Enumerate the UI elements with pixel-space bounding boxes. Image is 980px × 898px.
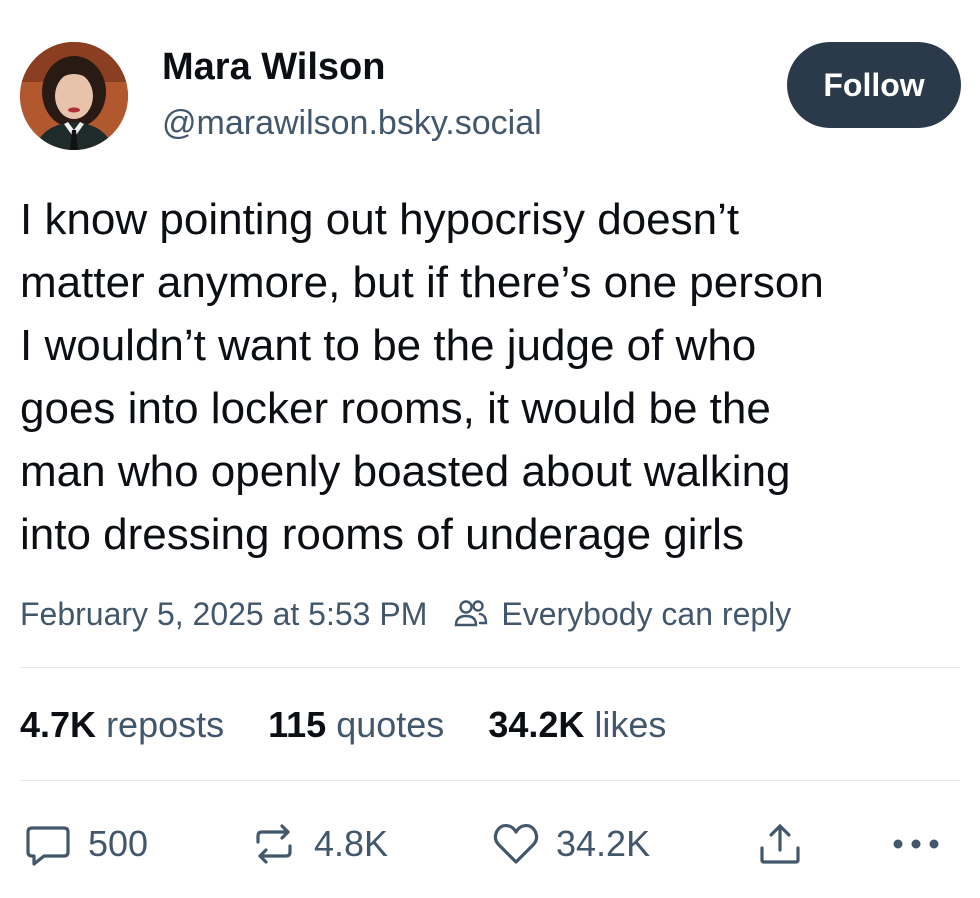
heart-icon	[490, 818, 542, 870]
more-options-button[interactable]	[888, 814, 944, 874]
engagement-counts: 4.7K reposts 115 quotes 34.2K likes	[20, 700, 710, 750]
likes-label: likes	[594, 704, 667, 745]
reposts-label: reposts	[106, 704, 225, 745]
follow-button[interactable]: Follow	[787, 42, 961, 128]
quotes-label: quotes	[336, 704, 445, 745]
share-icon	[754, 818, 806, 870]
divider-top	[20, 667, 960, 668]
divider-bottom	[20, 780, 960, 781]
repost-icon	[248, 818, 300, 870]
avatar[interactable]	[20, 42, 128, 150]
reposts-stat[interactable]: 4.7K reposts	[20, 704, 224, 746]
repost-button[interactable]: 4.8K	[248, 814, 388, 874]
quotes-stat[interactable]: 115 quotes	[268, 704, 444, 746]
quotes-count: 115	[268, 704, 327, 745]
reply-button[interactable]: 500	[22, 814, 148, 874]
reply-bubble-icon	[22, 818, 74, 870]
people-icon	[451, 594, 491, 634]
author-name[interactable]: Mara Wilson	[162, 46, 385, 89]
like-button[interactable]: 34.2K	[490, 814, 650, 874]
reply-count: 500	[88, 823, 149, 864]
post-meta: February 5, 2025 at 5:53 PM Everybody ca…	[20, 592, 791, 636]
likes-stat[interactable]: 34.2K likes	[488, 704, 666, 746]
post-text: I know pointing out hypocrisy doesn’t ma…	[20, 195, 824, 559]
reply-setting[interactable]: Everybody can reply	[501, 596, 791, 633]
repost-count: 4.8K	[314, 823, 389, 864]
more-icon	[888, 818, 944, 870]
like-count: 34.2K	[556, 823, 651, 864]
share-button[interactable]	[754, 814, 806, 874]
avatar-image	[20, 42, 128, 150]
post-timestamp[interactable]: February 5, 2025 at 5:53 PM	[20, 596, 427, 633]
reposts-count: 4.7K	[20, 704, 97, 745]
author-handle[interactable]: @marawilson.bsky.social	[162, 104, 542, 143]
likes-count: 34.2K	[488, 704, 585, 745]
